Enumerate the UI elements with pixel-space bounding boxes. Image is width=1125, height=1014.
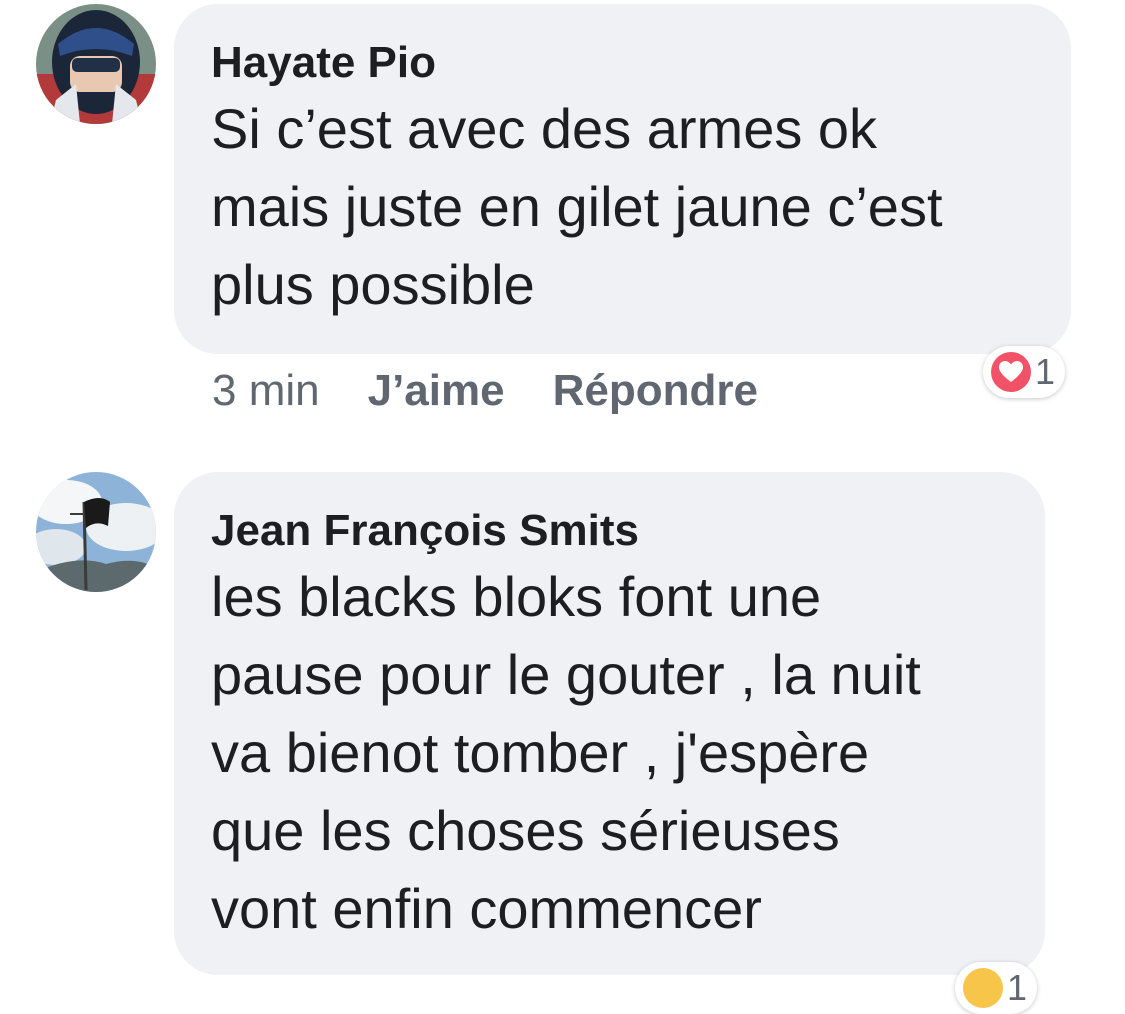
reaction-count: 1 (1007, 967, 1028, 1008)
avatar[interactable] (36, 4, 156, 124)
reaction-count: 1 (1035, 351, 1056, 392)
avatar[interactable] (36, 472, 156, 592)
like-button[interactable]: J’aime (368, 366, 505, 415)
heart-icon (991, 352, 1031, 392)
comment-author[interactable]: Hayate Pio (211, 38, 1035, 88)
comment-bubble[interactable]: Jean François Smits les blacks bloks fon… (174, 472, 1045, 975)
comment-text: les blacks bloks font une pause pour le … (211, 565, 921, 940)
reply-button[interactable]: Répondre (553, 366, 758, 415)
comment-bubble[interactable]: Hayate Pio Si c’est avec des armes ok ma… (174, 4, 1071, 354)
comment-actions: 3 min J’aime Répondre (212, 366, 806, 416)
flag-avatar-icon (36, 472, 156, 592)
reaction-badge[interactable]: 1 (983, 346, 1066, 398)
comment-text: Si c’est avec des armes ok mais juste en… (211, 97, 943, 316)
comment-time: 3 min (212, 366, 320, 415)
reaction-badge[interactable]: 1 (955, 962, 1038, 1014)
helmet-avatar-icon (36, 4, 156, 124)
comment-author[interactable]: Jean François Smits (211, 506, 1009, 556)
emoji-icon (963, 968, 1003, 1008)
